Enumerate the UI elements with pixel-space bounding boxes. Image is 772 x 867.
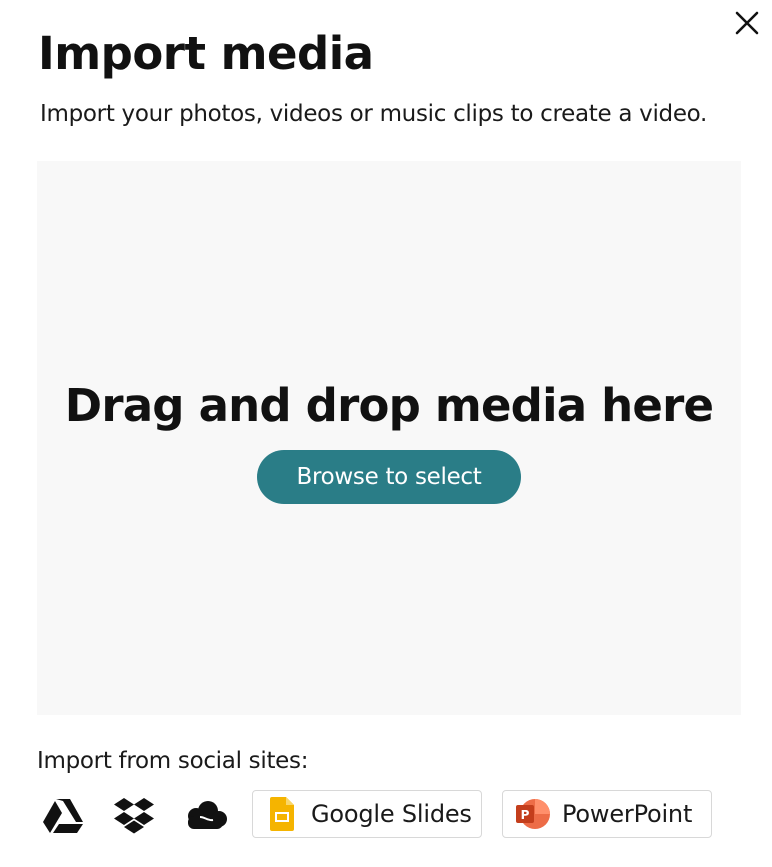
dialog-title: Import media [38,27,374,80]
dropbox-button[interactable] [113,795,155,837]
google-slides-button[interactable]: Google Slides [252,790,482,838]
close-button[interactable] [732,8,762,38]
close-icon [735,11,759,35]
drop-zone-heading: Drag and drop media here [64,379,714,432]
drop-zone[interactable]: Drag and drop media here Browse to selec… [37,161,741,715]
browse-button[interactable]: Browse to select [257,450,521,504]
social-import-label: Import from social sites: [37,748,309,774]
powerpoint-icon: P [516,799,550,829]
onedrive-button[interactable] [183,797,229,833]
dialog-subtitle: Import your photos, videos or music clip… [40,101,708,127]
onedrive-icon [188,801,227,829]
dropbox-icon [114,798,154,834]
svg-text:P: P [521,808,530,822]
google-drive-button[interactable] [42,796,84,836]
google-slides-label: Google Slides [311,800,472,828]
google-slides-icon [270,797,294,831]
powerpoint-button[interactable]: P PowerPoint [502,790,712,838]
google-drive-icon [43,799,83,833]
powerpoint-label: PowerPoint [562,800,693,828]
